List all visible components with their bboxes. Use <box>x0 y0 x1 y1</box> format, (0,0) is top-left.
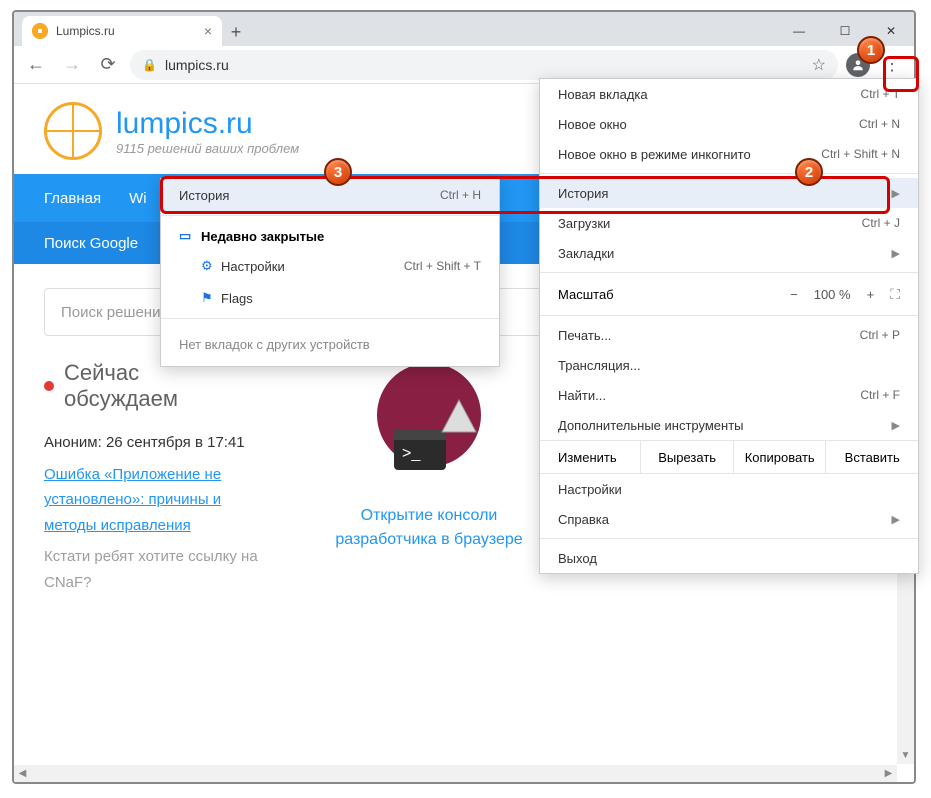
svg-text:>_: >_ <box>402 445 421 462</box>
tab-close-icon[interactable]: × <box>204 23 212 39</box>
submenu-recently-closed-heading: ▭ Недавно закрытые <box>161 220 499 250</box>
scroll-left-icon[interactable]: ◀ <box>14 765 31 782</box>
minimize-button[interactable]: — <box>776 16 822 46</box>
callout-2: 2 <box>795 158 823 186</box>
scroll-right-icon[interactable]: ▶ <box>880 765 897 782</box>
comment-topic-link[interactable]: Ошибка «Приложение не установлено»: прич… <box>44 466 221 534</box>
bookmark-star-icon[interactable]: ☆ <box>812 55 826 75</box>
nav-home[interactable]: Главная <box>44 190 101 207</box>
menu-settings[interactable]: Настройки <box>540 474 918 504</box>
chevron-right-icon: ▶ <box>892 419 900 432</box>
menu-bookmarks[interactable]: Закладки▶ <box>540 238 918 268</box>
history-submenu: ИсторияCtrl + H ▭ Недавно закрытые ⚙ Нас… <box>160 178 500 367</box>
menu-history[interactable]: История▶ <box>540 178 918 208</box>
zoom-out-button[interactable]: − <box>790 287 798 302</box>
tab-favicon-icon <box>32 23 48 39</box>
fullscreen-icon[interactable]: ⛶ <box>890 286 900 303</box>
omnibox[interactable]: 🔒 lumpics.ru ☆ <box>130 50 838 80</box>
url-text: lumpics.ru <box>165 57 804 73</box>
menu-cast[interactable]: Трансляция... <box>540 350 918 380</box>
gear-icon: ⚙ <box>201 258 215 274</box>
menu-exit[interactable]: Выход <box>540 543 918 573</box>
flag-icon: ⚑ <box>201 290 215 306</box>
site-title: lumpics.ru <box>116 107 299 141</box>
window-controls: — ☐ ✕ <box>776 16 914 46</box>
nav-windows[interactable]: Wi <box>129 190 147 207</box>
horizontal-scrollbar[interactable]: ◀ ▶ <box>14 765 897 782</box>
lock-icon: 🔒 <box>142 58 157 72</box>
scroll-down-icon[interactable]: ▼ <box>897 747 914 764</box>
submenu-recent-flags[interactable]: ⚑ Flags <box>161 282 499 314</box>
sidebar-heading: Сейчасобсуждаем <box>44 360 274 412</box>
red-dot-icon <box>44 381 54 391</box>
site-logo-icon <box>44 102 102 160</box>
chevron-right-icon: ▶ <box>892 187 900 200</box>
new-tab-button[interactable]: + <box>222 18 250 46</box>
submenu-no-tabs-text: Нет вкладок с других устройств <box>161 323 499 366</box>
chrome-main-menu: Новая вкладкаCtrl + T Новое окноCtrl + N… <box>539 78 919 574</box>
menu-print[interactable]: Печать...Ctrl + P <box>540 320 918 350</box>
card-title: Открытие консоли разработчика в браузере <box>324 504 534 552</box>
edit-cut[interactable]: Вырезать <box>641 441 734 473</box>
menu-more-tools[interactable]: Дополнительные инструменты▶ <box>540 410 918 440</box>
site-subtitle: 9115 решений ваших проблем <box>116 141 299 156</box>
menu-edit-row: Изменить Вырезать Копировать Вставить <box>540 440 918 474</box>
submenu-recent-settings[interactable]: ⚙ Настройки Ctrl + Shift + T <box>161 250 499 282</box>
tab-title: Lumpics.ru <box>56 24 196 38</box>
back-button[interactable]: ← <box>22 51 50 79</box>
chevron-right-icon: ▶ <box>892 513 900 526</box>
chevron-right-icon: ▶ <box>892 247 900 260</box>
edit-label: Изменить <box>540 441 641 473</box>
reload-button[interactable]: ⟳ <box>94 51 122 79</box>
menu-zoom: Масштаб − 100 % + ⛶ <box>540 277 918 311</box>
titlebar: Lumpics.ru × + — ☐ ✕ <box>14 12 914 46</box>
menu-incognito[interactable]: Новое окно в режиме инкогнитоCtrl + Shif… <box>540 139 918 169</box>
comment-author-time: Аноним: 26 сентября в 17:41 <box>44 430 274 456</box>
comment-body: Кстати ребят хотите ссылку на CNaF? <box>44 544 274 595</box>
google-search-label: Поиск Google <box>44 235 138 252</box>
window-icon: ▭ <box>179 228 193 244</box>
zoom-in-button[interactable]: + <box>867 287 875 302</box>
callout-1: 1 <box>857 36 885 64</box>
forward-button[interactable]: → <box>58 51 86 79</box>
article-card-console[interactable]: >_ Открытие консоли разработчика в брауз… <box>324 360 534 595</box>
discussion-sidebar: Сейчасобсуждаем Аноним: 26 сентября в 17… <box>44 360 274 595</box>
menu-new-window[interactable]: Новое окноCtrl + N <box>540 109 918 139</box>
menu-new-tab[interactable]: Новая вкладкаCtrl + T <box>540 79 918 109</box>
callout-3: 3 <box>324 158 352 186</box>
console-icon: >_ <box>364 360 494 490</box>
browser-tab[interactable]: Lumpics.ru × <box>22 16 222 46</box>
edit-paste[interactable]: Вставить <box>826 441 918 473</box>
menu-find[interactable]: Найти...Ctrl + F <box>540 380 918 410</box>
zoom-value: 100 % <box>814 287 851 302</box>
menu-help[interactable]: Справка▶ <box>540 504 918 534</box>
menu-downloads[interactable]: ЗагрузкиCtrl + J <box>540 208 918 238</box>
edit-copy[interactable]: Копировать <box>734 441 827 473</box>
